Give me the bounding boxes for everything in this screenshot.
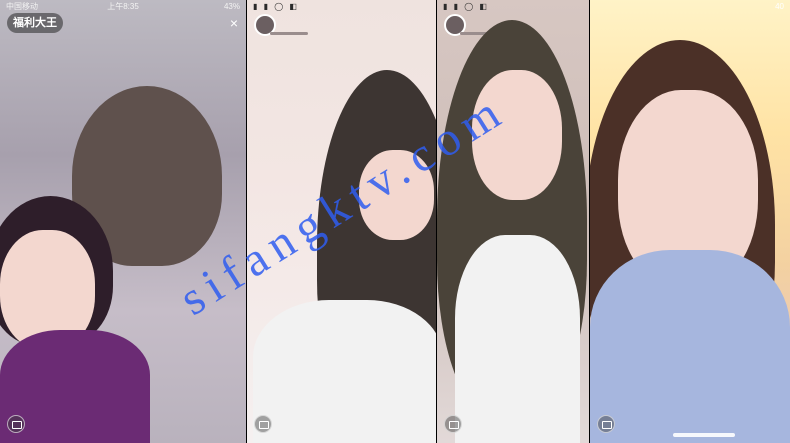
person-shirt bbox=[590, 250, 790, 443]
home-indicator[interactable] bbox=[673, 433, 735, 437]
chat-icon[interactable] bbox=[597, 415, 615, 433]
close-icon[interactable]: × bbox=[230, 16, 238, 30]
status-battery: 40 bbox=[775, 2, 784, 11]
host-name-bar bbox=[270, 32, 308, 35]
status-bar: 40 bbox=[590, 0, 790, 14]
host-info[interactable] bbox=[254, 14, 308, 38]
chat-icon[interactable] bbox=[444, 415, 462, 433]
status-bar: ▮ ▮ ◯ ◧ bbox=[437, 0, 589, 14]
person-shirt bbox=[253, 300, 436, 443]
status-carrier: 中国移动 bbox=[6, 2, 38, 11]
status-battery: 43% bbox=[223, 2, 240, 11]
stream-panel-4: 40 bbox=[590, 0, 790, 443]
stream-panel-1: 中国移动 上午8:35 43% 福利大王 × bbox=[0, 0, 246, 443]
chat-icon[interactable] bbox=[7, 415, 25, 433]
status-bar: 中国移动 上午8:35 43% bbox=[0, 0, 246, 14]
status-icons: ▮ ▮ ◯ ◧ bbox=[253, 2, 299, 11]
stream-panel-3: ▮ ▮ ◯ ◧ bbox=[437, 0, 589, 443]
status-time: 上午8:35 bbox=[107, 2, 139, 11]
person-shirt bbox=[455, 235, 580, 443]
channel-badge[interactable]: 福利大王 bbox=[7, 13, 63, 33]
status-bar: ▮ ▮ ◯ ◧ bbox=[247, 0, 436, 14]
status-icons: ▮ ▮ ◯ ◧ bbox=[443, 2, 489, 11]
chat-icon[interactable] bbox=[254, 415, 272, 433]
